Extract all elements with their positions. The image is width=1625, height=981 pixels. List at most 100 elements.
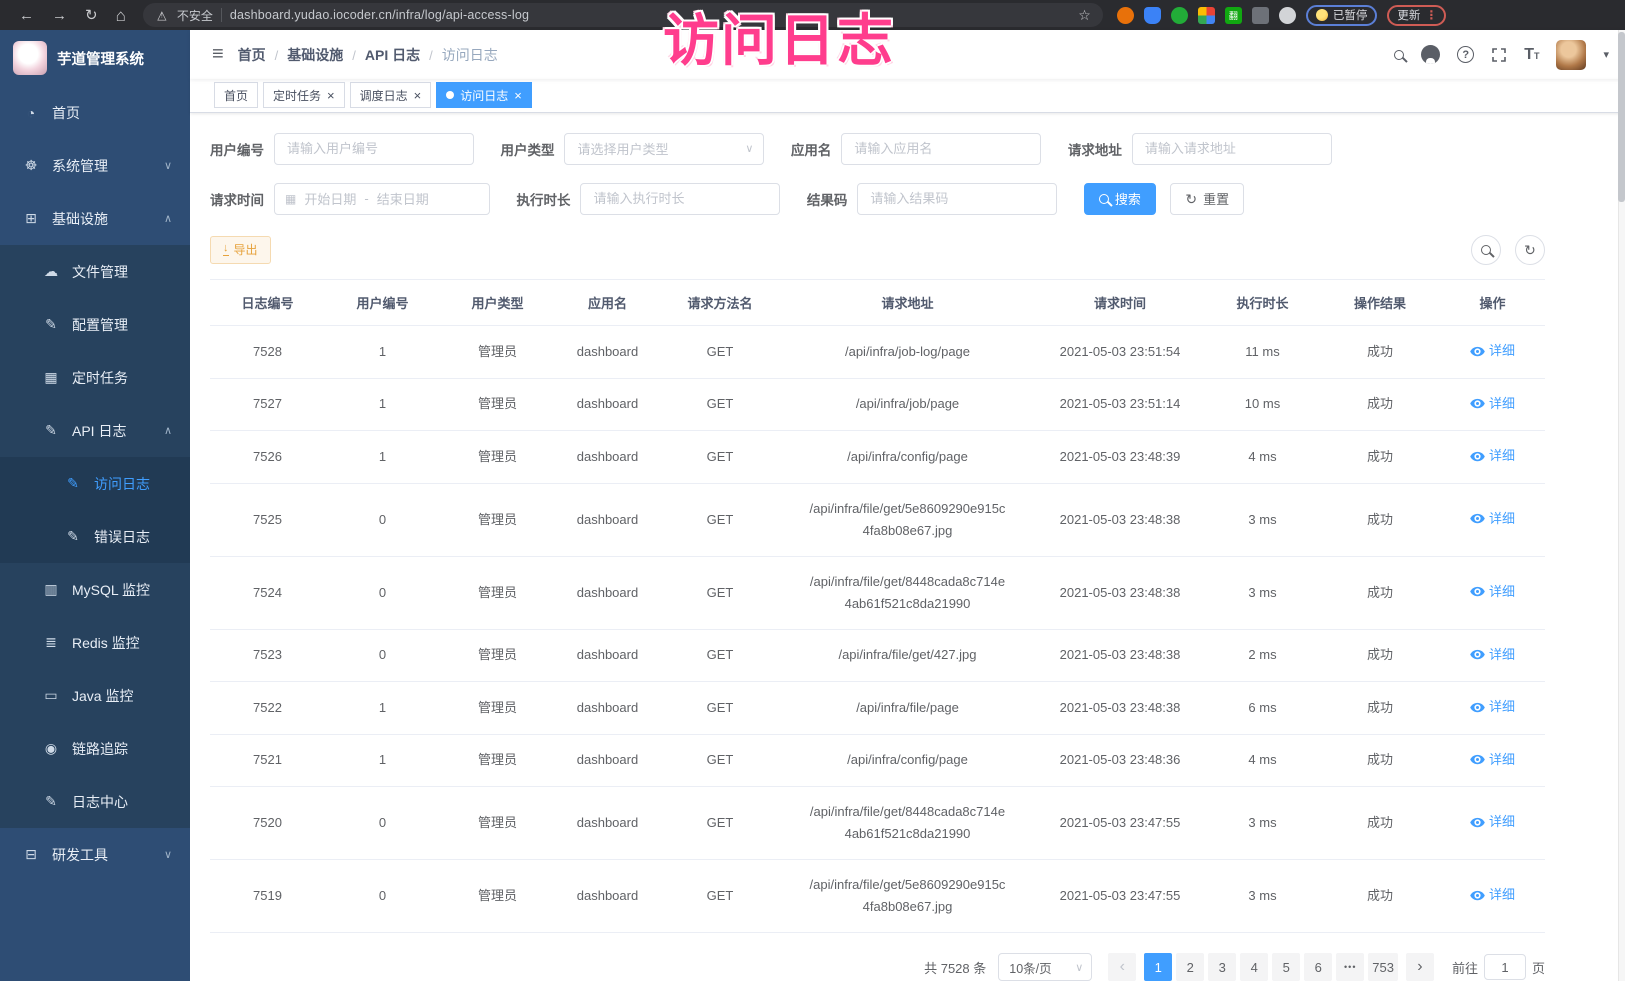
update-button[interactable]: 更新 ⋮ [1387, 5, 1446, 26]
font-size-icon[interactable]: TT [1524, 47, 1539, 63]
sidebar-item-研发工具[interactable]: ⊟研发工具∨ [0, 828, 190, 881]
cell-user_id: 1 [325, 431, 440, 484]
address-bar[interactable]: △ 不安全 dashboard.yudao.iocoder.cn/infra/l… [143, 3, 1103, 27]
page-button-1[interactable]: 1 [1144, 953, 1172, 981]
detail-link[interactable]: 详细 [1470, 749, 1515, 771]
avatar[interactable] [1556, 40, 1586, 70]
breadcrumb-item[interactable]: API 日志 [365, 47, 420, 63]
browser-scrollbar[interactable] [1618, 30, 1625, 981]
search-button[interactable]: 搜索 [1084, 183, 1156, 215]
detail-link[interactable]: 详细 [1470, 811, 1515, 833]
bookmark-star-icon[interactable]: ☆ [1078, 7, 1091, 24]
detail-link[interactable]: 详细 [1470, 696, 1515, 718]
request-time-range-picker[interactable]: ▦ 开始日期 - 结束日期 [274, 183, 490, 215]
back-icon[interactable]: ← [19, 8, 34, 23]
cell-result: 成功 [1320, 860, 1440, 933]
extension-icon-4[interactable] [1198, 7, 1215, 24]
pagination-more[interactable]: ••• [1336, 953, 1364, 981]
sidebar-item-链路追踪[interactable]: ◉链路追踪 [0, 722, 190, 775]
prev-page-button[interactable]: ‹ [1108, 953, 1136, 981]
browser-menu-icon[interactable]: ⋮ [1425, 8, 1436, 22]
table-row: 75261管理员dashboardGET/api/infra/config/pa… [210, 431, 1545, 484]
page-button-3[interactable]: 3 [1208, 953, 1236, 981]
caret-down-icon[interactable]: ▾ [1603, 48, 1609, 61]
paused-badge[interactable]: 已暂停 [1306, 5, 1378, 26]
extension-icon-5[interactable]: 翻 [1225, 7, 1242, 24]
sidebar-item-基础设施[interactable]: ⊞基础设施∧ [0, 192, 190, 245]
extension-icon-2[interactable] [1144, 7, 1161, 24]
table-row: 75271管理员dashboardGET/api/infra/job/page2… [210, 378, 1545, 431]
tab-调度日志[interactable]: 调度日志× [350, 82, 432, 108]
github-icon[interactable] [1421, 45, 1440, 64]
page-button-6[interactable]: 6 [1304, 953, 1332, 981]
reload-icon[interactable]: ↻ [85, 8, 98, 23]
sidebar-item-错误日志[interactable]: ✎错误日志 [0, 510, 190, 563]
help-icon[interactable]: ? [1457, 46, 1474, 63]
cell-app: dashboard [555, 556, 660, 629]
duration-input[interactable] [580, 183, 780, 215]
close-icon[interactable]: × [514, 89, 522, 102]
page-button-2[interactable]: 2 [1176, 953, 1204, 981]
sidebar-item-API 日志[interactable]: ✎API 日志∧ [0, 404, 190, 457]
sidebar-item-配置管理[interactable]: ✎配置管理 [0, 298, 190, 351]
detail-link[interactable]: 详细 [1470, 581, 1515, 603]
next-page-button[interactable]: › [1406, 953, 1434, 981]
reset-button[interactable]: ↻ 重置 [1170, 183, 1244, 215]
table-row: 75250管理员dashboardGET/api/infra/file/get/… [210, 483, 1545, 556]
export-button[interactable]: ↓ 导出 [210, 236, 271, 264]
close-icon[interactable]: × [414, 89, 422, 102]
fullscreen-icon[interactable] [1491, 47, 1507, 63]
search-icon[interactable] [1394, 50, 1404, 60]
filter-row-2: 请求时间 ▦ 开始日期 - 结束日期 执行时长 结果码 [210, 183, 1545, 233]
home-icon[interactable]: ⌂ [116, 7, 126, 24]
sidebar-item-系统管理[interactable]: ☸系统管理∨ [0, 139, 190, 192]
sidebar-item-label: 文件管理 [72, 262, 190, 282]
sidebar-item-Redis 监控[interactable]: ≣Redis 监控 [0, 616, 190, 669]
breadcrumb-item[interactable]: 首页 [238, 47, 266, 63]
user-type-select[interactable]: 请选择用户类型 ∨ [564, 133, 764, 165]
detail-link[interactable]: 详细 [1470, 508, 1515, 530]
page-button-753[interactable]: 753 [1368, 953, 1398, 981]
page-button-5[interactable]: 5 [1272, 953, 1300, 981]
tab-首页[interactable]: 首页 [214, 82, 258, 108]
hamburger-icon[interactable]: ≡ [212, 43, 224, 66]
result-code-input[interactable] [857, 183, 1057, 215]
breadcrumb-item[interactable]: 基础设施 [287, 47, 343, 63]
sidebar-item-Java 监控[interactable]: ▭Java 监控 [0, 669, 190, 722]
goto-page-input[interactable] [1484, 954, 1526, 980]
detail-link[interactable]: 详细 [1470, 393, 1515, 415]
toggle-search-button[interactable] [1471, 235, 1501, 265]
request-url-input[interactable] [1132, 133, 1332, 165]
detail-link[interactable]: 详细 [1470, 445, 1515, 467]
logo-rabbit-image [13, 41, 47, 75]
extension-icon-6[interactable] [1252, 7, 1269, 24]
cell-duration: 6 ms [1205, 682, 1320, 735]
scrollbar-thumb[interactable] [1618, 32, 1625, 202]
extension-puzzle-icon[interactable] [1279, 7, 1296, 24]
sidebar-item-MySQL 监控[interactable]: ▥MySQL 监控 [0, 563, 190, 616]
forward-icon[interactable]: → [52, 8, 67, 23]
extension-icon-3[interactable] [1171, 7, 1188, 24]
cell-user_id: 0 [325, 556, 440, 629]
app-logo[interactable]: 芋道管理系统 [0, 30, 190, 86]
sidebar-item-定时任务[interactable]: ▦定时任务 [0, 351, 190, 404]
refresh-table-button[interactable]: ↻ [1515, 235, 1545, 265]
detail-link[interactable]: 详细 [1470, 884, 1515, 906]
eye-icon [1470, 817, 1485, 828]
sidebar-item-访问日志[interactable]: ✎访问日志 [0, 457, 190, 510]
sidebar-item-文件管理[interactable]: ☁文件管理 [0, 245, 190, 298]
extension-icon-1[interactable] [1117, 7, 1134, 24]
page-button-4[interactable]: 4 [1240, 953, 1268, 981]
user-id-input[interactable] [274, 133, 474, 165]
page-size-select[interactable]: 10条/页 ∨ [998, 953, 1092, 981]
sidebar-item-日志中心[interactable]: ✎日志中心 [0, 775, 190, 828]
devtools-icon: ⊟ [22, 846, 40, 863]
close-icon[interactable]: × [327, 89, 335, 102]
app-name-input[interactable] [841, 133, 1041, 165]
detail-link[interactable]: 详细 [1470, 340, 1515, 362]
tab-访问日志[interactable]: 访问日志× [436, 82, 532, 108]
breadcrumb-separator: / [275, 48, 279, 63]
tab-定时任务[interactable]: 定时任务× [263, 82, 345, 108]
sidebar-item-首页[interactable]: ◔首页 [0, 86, 190, 139]
detail-link[interactable]: 详细 [1470, 644, 1515, 666]
